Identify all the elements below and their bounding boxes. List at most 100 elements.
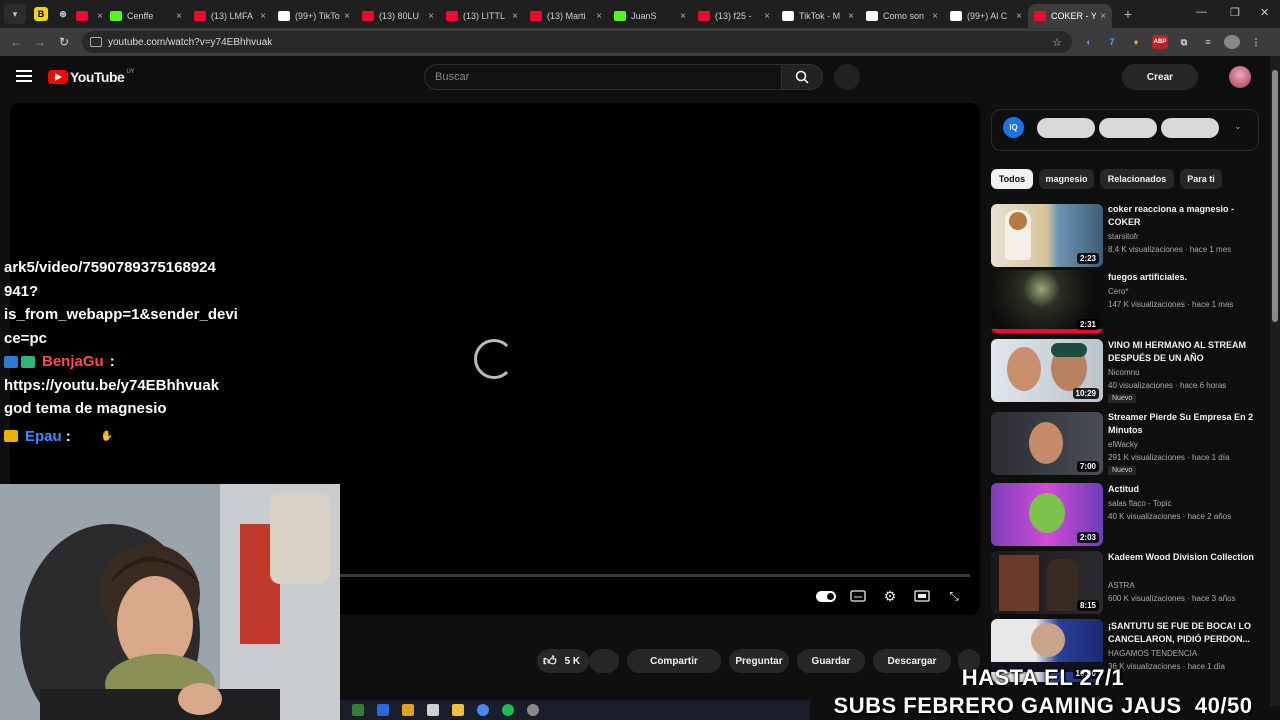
close-tab-icon[interactable]: ×	[1100, 11, 1106, 22]
chevron-down-icon[interactable]: ⌄	[1234, 121, 1242, 132]
close-window-icon[interactable]: ✕	[1260, 6, 1269, 19]
reload-icon[interactable]: ↻	[52, 35, 76, 49]
url-input[interactable]: youtube.com/watch?v=y74EBhhvuak ☆	[82, 31, 1072, 53]
rec-thumbnail[interactable]: 7:00	[991, 412, 1103, 475]
browser-tab[interactable]: (99+) TikTo ×	[272, 4, 356, 28]
browser-tab[interactable]: (99+) Al C ×	[944, 4, 1028, 28]
share-button[interactable]: Compartir	[627, 649, 721, 673]
settings-gear-icon[interactable]: ⚙	[880, 588, 900, 604]
search-button[interactable]	[781, 64, 823, 90]
rec-title[interactable]: fuegos artificiales.	[1108, 271, 1256, 284]
rec-channel[interactable]: HAGAMOS TENDENCIA	[1108, 647, 1197, 661]
new-tab-button[interactable]: +	[1118, 6, 1138, 22]
extension-1-icon[interactable]: ◖	[1080, 35, 1096, 49]
rec-title[interactable]: Streamer Pierde Su Empresa En 2 Minutos	[1108, 411, 1256, 437]
back-icon[interactable]: ←	[4, 35, 28, 49]
rec-channel[interactable]: starsitofr	[1108, 230, 1139, 244]
browser-tab[interactable]: ×	[70, 4, 104, 28]
taskbar-app-icon[interactable]	[377, 704, 389, 716]
browser-tab[interactable]: JuanS ×	[608, 4, 692, 28]
autoplay-toggle[interactable]	[816, 591, 836, 602]
rec-thumbnail[interactable]: 8:15	[991, 551, 1103, 614]
rec-title[interactable]: ¡SANTUTU SE FUE DE BOCA! LO CANCELARON, …	[1108, 620, 1256, 646]
rec-thumbnail[interactable]: 2:31	[991, 270, 1103, 333]
close-tab-icon[interactable]: ×	[764, 11, 770, 22]
rec-channel[interactable]: elWacky	[1108, 438, 1138, 452]
dislike-button[interactable]	[589, 649, 619, 673]
close-tab-icon[interactable]: ×	[512, 11, 518, 22]
taskbar-app-icon[interactable]	[527, 704, 539, 716]
pinned-app-icon[interactable]: B	[34, 7, 48, 21]
rec-channel[interactable]: Nicomnu	[1108, 366, 1140, 380]
rec-channel[interactable]: salas flaco - Topic	[1108, 497, 1171, 511]
avatar[interactable]	[1229, 66, 1251, 88]
folder-icon[interactable]	[452, 704, 464, 716]
fullscreen-icon[interactable]: ⤡	[944, 588, 964, 604]
browser-tab[interactable]: TikTok - M ×	[776, 4, 860, 28]
close-tab-icon[interactable]: ×	[932, 11, 938, 22]
ask-button[interactable]: Preguntar	[729, 649, 789, 673]
close-tab-icon[interactable]: ×	[1016, 11, 1022, 22]
close-tab-icon[interactable]: ×	[260, 11, 266, 22]
rec-title[interactable]: Actitud	[1108, 483, 1256, 496]
scrollbar-thumb[interactable]	[1272, 70, 1278, 322]
ad-pill[interactable]	[1099, 118, 1157, 138]
browser-tab[interactable]: (13) LITTL ×	[440, 4, 524, 28]
chip-todos[interactable]: Todos	[991, 169, 1033, 189]
rec-channel[interactable]: ASTRA	[1108, 579, 1135, 593]
browser-tab[interactable]: (13) Marti ×	[524, 4, 608, 28]
rec-channel[interactable]: Cero*	[1108, 285, 1128, 299]
chip-relacionados[interactable]: Relacionados	[1100, 169, 1174, 189]
browser-tab[interactable]: (13) 80LU ×	[356, 4, 440, 28]
taskbar-app-icon[interactable]	[352, 704, 364, 716]
browser-tab[interactable]: (13) LMFA ×	[188, 4, 272, 28]
rec-thumbnail[interactable]: 2:03	[991, 483, 1103, 546]
pinned-chatgpt-icon[interactable]: ⊛	[56, 7, 70, 21]
create-button[interactable]: Crear	[1122, 64, 1198, 90]
progress-bar[interactable]	[340, 574, 970, 577]
rec-thumbnail[interactable]: 10:29	[991, 339, 1103, 402]
spotify-icon[interactable]	[502, 704, 514, 716]
extensions-puzzle-icon[interactable]: ⧉	[1176, 35, 1192, 49]
rec-title[interactable]: VINO MI HERMANO AL STREAM DESPUÉS DE UN …	[1108, 339, 1256, 365]
extension-3-icon[interactable]: ♦	[1128, 35, 1144, 49]
close-tab-icon[interactable]: ×	[428, 11, 434, 22]
extension-2-icon[interactable]: 7	[1104, 35, 1120, 49]
taskbar-app-icon[interactable]	[402, 704, 414, 716]
close-tab-icon[interactable]: ×	[596, 11, 602, 22]
ad-pill[interactable]	[1037, 118, 1095, 138]
browser-tab[interactable]: Cenffe ×	[104, 4, 188, 28]
like-button[interactable]: 👍︎ 5 K	[537, 649, 589, 673]
close-tab-icon[interactable]: ×	[176, 11, 182, 22]
close-tab-icon[interactable]: ×	[680, 11, 686, 22]
close-tab-icon[interactable]: ×	[97, 11, 103, 22]
ad-pill[interactable]	[1161, 118, 1219, 138]
theater-mode-icon[interactable]	[912, 588, 932, 604]
taskbar-app-icon[interactable]	[427, 704, 439, 716]
chip-magnesio[interactable]: magnesio	[1039, 169, 1094, 189]
reading-list-icon[interactable]: ≡	[1200, 35, 1216, 49]
tab-search-button[interactable]: ▾	[4, 4, 26, 24]
youtube-logo[interactable]: YouTube UY	[48, 69, 135, 85]
adblock-icon[interactable]: ABP	[1152, 35, 1168, 49]
browser-tab[interactable]: Como son ×	[860, 4, 944, 28]
search-input[interactable]: Buscar	[424, 64, 782, 90]
browser-tab[interactable]: (13) f25 - ×	[692, 4, 776, 28]
site-info-icon[interactable]	[90, 37, 102, 47]
browser-menu-icon[interactable]: ⋮	[1248, 35, 1264, 49]
close-tab-icon[interactable]: ×	[344, 11, 350, 22]
chip-para-ti[interactable]: Para ti	[1180, 169, 1222, 189]
rec-thumbnail[interactable]: 2:23	[991, 204, 1103, 267]
forward-icon[interactable]: →	[28, 35, 52, 49]
maximize-icon[interactable]: ❐	[1230, 6, 1240, 19]
bookmark-star-icon[interactable]: ☆	[1052, 36, 1062, 49]
rec-title[interactable]: coker reacciona a magnesio - COKER	[1108, 203, 1256, 229]
subtitles-icon[interactable]	[848, 588, 868, 604]
close-tab-icon[interactable]: ×	[848, 11, 854, 22]
minimize-icon[interactable]: —	[1196, 6, 1207, 18]
chrome-icon[interactable]	[477, 704, 489, 716]
profile-icon[interactable]	[1224, 35, 1240, 49]
rec-title[interactable]: Kadeem Wood Division Collection	[1108, 551, 1256, 564]
menu-icon[interactable]	[16, 70, 32, 82]
browser-tab[interactable]: COKER - Y ×	[1028, 4, 1112, 28]
